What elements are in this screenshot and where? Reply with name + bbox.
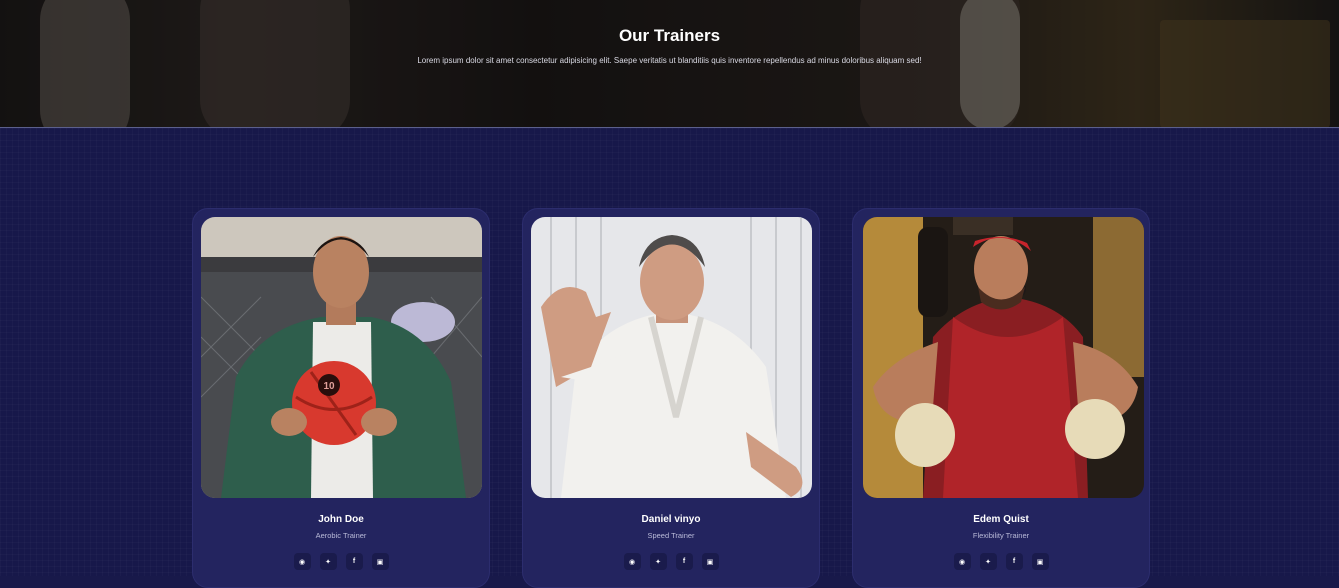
social-links: ◉ ✦ f ▣ [523, 553, 819, 570]
linkedin-icon[interactable]: ▣ [701, 553, 719, 570]
trainer-role: Aerobic Trainer [315, 531, 367, 540]
hero-banner: Our Trainers Lorem ipsum dolor sit amet … [0, 0, 1339, 128]
social-links: ◉ ✦ f ▣ [853, 553, 1149, 570]
page-subtitle: Lorem ipsum dolor sit amet consectetur a… [417, 56, 922, 65]
ball-number: 10 [323, 381, 335, 392]
twitter-icon[interactable]: ✦ [979, 553, 997, 570]
social-links: ◉ ✦ f ▣ [193, 553, 489, 570]
trainer-photo-image: 10 [201, 217, 482, 498]
trainer-card: Edem Quist Flexibility Trainer ◉ ✦ f ▣ [852, 208, 1150, 588]
facebook-icon[interactable]: f [345, 553, 363, 570]
trainer-name: John Doe [318, 514, 364, 525]
instagram-icon[interactable]: ◉ [293, 553, 311, 570]
linkedin-icon[interactable]: ▣ [1031, 553, 1049, 570]
trainer-photo-image [531, 217, 812, 498]
instagram-icon[interactable]: ◉ [623, 553, 641, 570]
trainer-card: Daniel vinyo Speed Trainer ◉ ✦ f ▣ [522, 208, 820, 588]
trainer-card: 10 John Doe Aerobic Trainer ◉ ✦ f ▣ [192, 208, 490, 588]
trainer-photo [863, 217, 1144, 498]
trainer-name: Daniel vinyo [641, 514, 701, 525]
instagram-icon[interactable]: ◉ [953, 553, 971, 570]
trainer-photo: 10 [201, 217, 482, 498]
twitter-icon[interactable]: ✦ [319, 553, 337, 570]
trainer-photo [531, 217, 812, 498]
trainer-role: Flexibility Trainer [972, 531, 1030, 540]
trainer-photo-image [863, 217, 1144, 498]
page-title: Our Trainers [618, 26, 721, 45]
twitter-icon[interactable]: ✦ [649, 553, 667, 570]
trainer-name: Edem Quist [973, 514, 1029, 525]
facebook-icon[interactable]: f [1005, 553, 1023, 570]
linkedin-icon[interactable]: ▣ [371, 553, 389, 570]
trainer-role: Speed Trainer [647, 531, 695, 540]
facebook-icon[interactable]: f [675, 553, 693, 570]
